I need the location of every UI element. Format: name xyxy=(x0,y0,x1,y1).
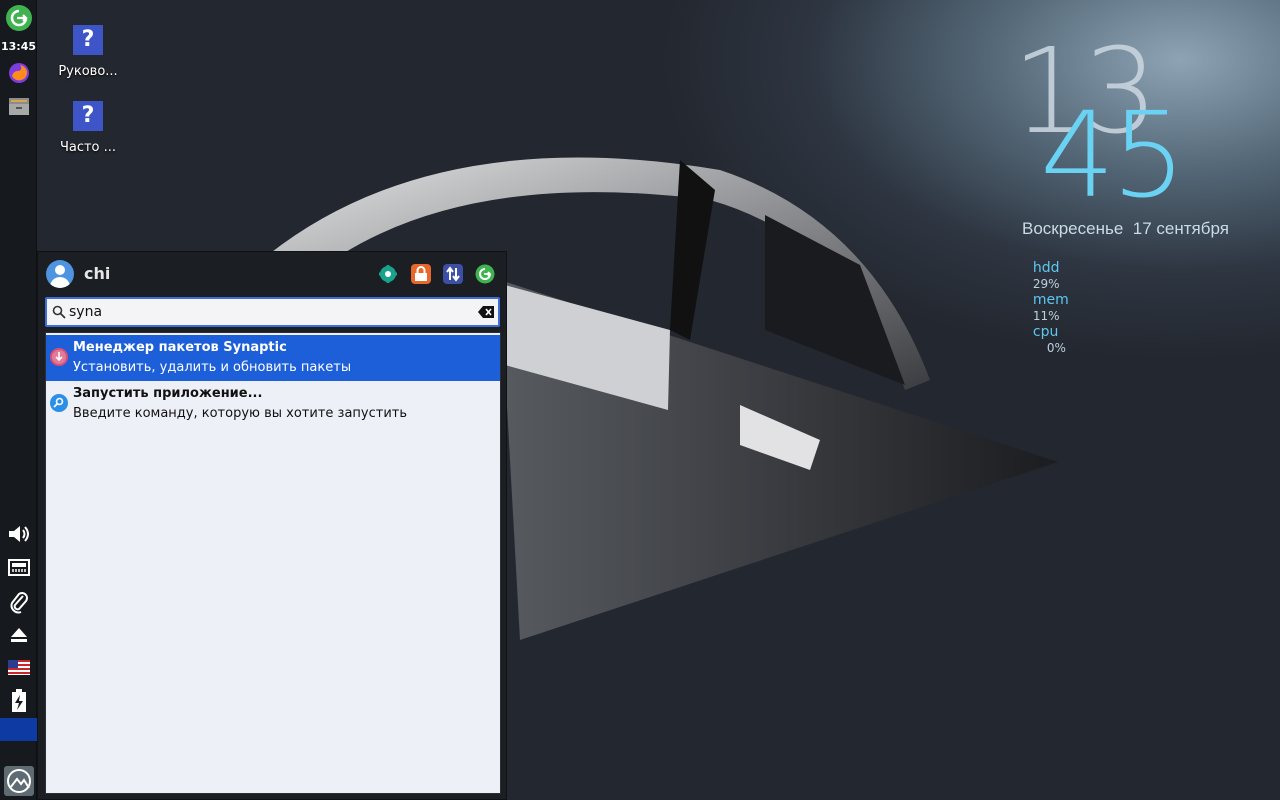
firefox-icon[interactable] xyxy=(0,61,37,85)
file-manager-icon[interactable] xyxy=(0,94,37,118)
help-icon: ? xyxy=(73,101,103,131)
left-panel: 13:45 xyxy=(0,0,37,800)
application-menu: chi syna Менеджер пакетов Synaptic Устан… xyxy=(37,251,507,800)
search-input[interactable]: syna xyxy=(45,297,500,327)
eject-icon[interactable] xyxy=(0,623,37,647)
run-icon xyxy=(50,394,68,412)
panel-clock[interactable]: 13:45 xyxy=(0,38,37,54)
desktop-icon-guide[interactable]: ? Руково... xyxy=(50,25,126,79)
result-subtitle: Установить, удалить и обновить пакеты xyxy=(73,360,352,375)
conky-date: Воскресенье 17 сентября xyxy=(1022,219,1229,238)
mem-value: 11% xyxy=(1032,309,1060,323)
result-subtitle: Введите команду, которую вы хотите запус… xyxy=(73,406,408,421)
volume-icon[interactable] xyxy=(0,521,37,547)
help-icon: ? xyxy=(73,25,103,55)
lock-icon[interactable] xyxy=(411,264,431,284)
search-icon xyxy=(52,305,66,319)
search-query: syna xyxy=(69,304,103,320)
result-title: Запустить приложение... xyxy=(73,386,263,401)
exit-icon[interactable] xyxy=(0,3,37,33)
search-results-list: Менеджер пакетов Synaptic Установить, уд… xyxy=(45,332,501,794)
clear-search-icon[interactable] xyxy=(478,306,494,318)
username: chi xyxy=(84,264,111,283)
hdd-label: hdd xyxy=(1032,260,1060,276)
desktop-icon-label: Руково... xyxy=(58,64,118,79)
app-menu-icon[interactable] xyxy=(0,764,37,798)
result-title: Менеджер пакетов Synaptic xyxy=(73,340,287,355)
panel-active-task[interactable] xyxy=(0,718,37,741)
conky-minute: 45 xyxy=(1040,86,1186,224)
logout-icon[interactable] xyxy=(475,264,495,284)
mem-label: mem xyxy=(1032,292,1069,308)
battery-icon[interactable] xyxy=(0,688,37,714)
cpu-label: cpu xyxy=(1032,324,1059,340)
result-synaptic[interactable]: Менеджер пакетов Synaptic Установить, уд… xyxy=(46,335,500,381)
network-icon[interactable] xyxy=(0,556,37,580)
synaptic-icon xyxy=(50,348,68,366)
conky-stats: hdd 29% mem 11% cpu 0% xyxy=(1024,244,1069,356)
clipboard-icon[interactable] xyxy=(0,589,37,615)
settings-icon[interactable] xyxy=(378,264,398,284)
us-flag-icon[interactable] xyxy=(0,656,37,678)
cpu-value: 0% xyxy=(1046,341,1066,355)
avatar[interactable] xyxy=(46,260,74,288)
desktop-icon-faq[interactable]: ? Часто ... xyxy=(50,101,126,155)
hdd-value: 29% xyxy=(1032,277,1060,291)
menu-header: chi xyxy=(38,252,508,296)
result-run-application[interactable]: Запустить приложение... Введите команду,… xyxy=(46,381,500,427)
desktop-icon-label: Часто ... xyxy=(59,140,117,155)
switch-user-icon[interactable] xyxy=(443,264,463,284)
